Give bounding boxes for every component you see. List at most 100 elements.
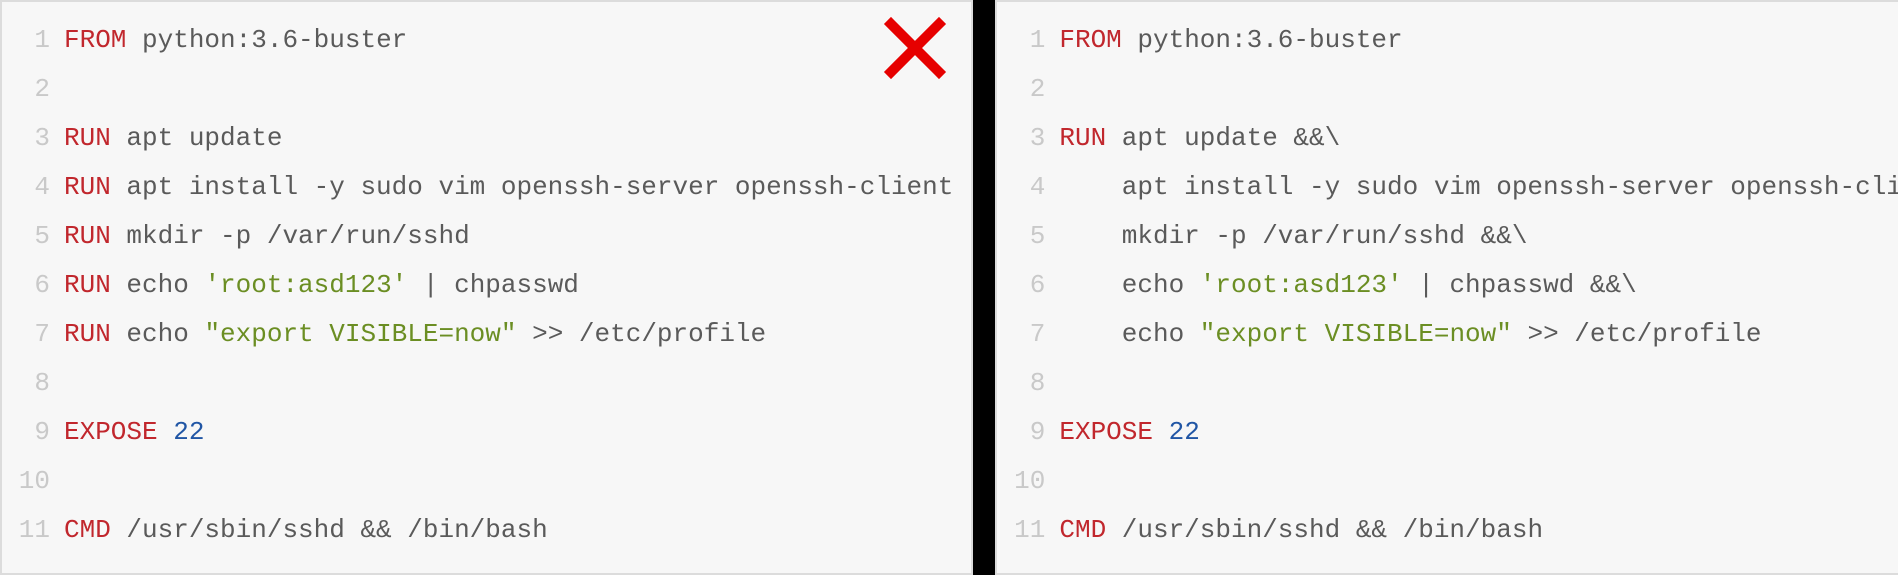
code-line: 2	[997, 65, 1898, 114]
code-token: echo	[111, 270, 205, 300]
line-number: 9	[997, 408, 1045, 457]
line-number: 10	[2, 457, 50, 506]
line-number: 6	[997, 261, 1045, 310]
code-line: 9 EXPOSE 22	[997, 408, 1898, 457]
code-token: apt install -y sudo vim openssh-server o…	[1059, 172, 1898, 202]
code-line: 3 RUN apt update	[2, 114, 953, 163]
line-number: 4	[2, 163, 50, 212]
code-token: echo	[1059, 319, 1199, 349]
line-number: 11	[997, 506, 1045, 555]
line-number: 1	[2, 16, 50, 65]
panel-divider	[973, 0, 995, 575]
code-token: >> /etc/profile	[517, 319, 767, 349]
code-panel-good: 1 FROM python:3.6-buster 23 RUN apt update …	[995, 0, 1898, 575]
line-number: 4	[997, 163, 1045, 212]
code-token: "export VISIBLE=now"	[1200, 319, 1512, 349]
code-token: apt update &&\	[1106, 123, 1340, 153]
code-line: 4 RUN apt install -y sudo vim openssh-ser…	[2, 163, 953, 212]
code-token: RUN	[1059, 123, 1106, 153]
code-content: RUN apt update	[64, 114, 282, 163]
code-token: 22	[173, 417, 204, 447]
code-content: EXPOSE 22	[64, 408, 204, 457]
code-content: RUN apt update &&\	[1059, 114, 1340, 163]
code-line: 5 RUN mkdir -p /var/run/sshd	[2, 212, 953, 261]
line-number: 3	[997, 114, 1045, 163]
code-content: RUN echo 'root:asd123' | chpasswd	[64, 261, 579, 310]
code-token: RUN	[64, 172, 111, 202]
code-token: 'root:asd123'	[204, 270, 407, 300]
code-token: apt update	[111, 123, 283, 153]
code-token: apt install -y sudo vim openssh-server o…	[111, 172, 954, 202]
code-content: echo "export VISIBLE=now" >> /etc/profil…	[1059, 310, 1761, 359]
code-content: RUN mkdir -p /var/run/sshd	[64, 212, 470, 261]
code-token: FROM	[64, 25, 126, 55]
code-token: EXPOSE	[1059, 417, 1153, 447]
code-token: echo	[1059, 270, 1199, 300]
code-token: EXPOSE	[64, 417, 158, 447]
code-token: RUN	[64, 123, 111, 153]
code-line: 11 CMD /usr/sbin/sshd && /bin/bash	[997, 506, 1898, 555]
line-number: 2	[997, 65, 1045, 114]
code-content: RUN apt install -y sudo vim openssh-serv…	[64, 163, 953, 212]
code-line: 10	[997, 457, 1898, 506]
code-content: CMD /usr/sbin/sshd && /bin/bash	[64, 506, 548, 555]
code-content: CMD /usr/sbin/sshd && /bin/bash	[1059, 506, 1543, 555]
line-number: 1	[997, 16, 1045, 65]
code-token: /usr/sbin/sshd && /bin/bash	[1106, 515, 1543, 545]
code-token: FROM	[1059, 25, 1121, 55]
code-token	[1153, 417, 1169, 447]
code-token: CMD	[64, 515, 111, 545]
code-line: 10	[2, 457, 953, 506]
code-content: FROM python:3.6-buster	[64, 16, 407, 65]
line-number: 7	[2, 310, 50, 359]
line-number: 3	[2, 114, 50, 163]
code-token: python:3.6-buster	[126, 25, 407, 55]
line-number: 9	[2, 408, 50, 457]
code-line: 5 mkdir -p /var/run/sshd &&\	[997, 212, 1898, 261]
code-token: mkdir -p /var/run/sshd	[111, 221, 470, 251]
code-content: EXPOSE 22	[1059, 408, 1199, 457]
code-token: echo	[111, 319, 205, 349]
code-line: 11 CMD /usr/sbin/sshd && /bin/bash	[2, 506, 953, 555]
code-panel-bad: 1FROM python:3.6-buster23RUN apt update4…	[0, 0, 973, 575]
code-line: 6 RUN echo 'root:asd123' | chpasswd	[2, 261, 953, 310]
code-content: RUN echo "export VISIBLE=now" >> /etc/pr…	[64, 310, 766, 359]
code-line: 7 echo "export VISIBLE=now" >> /etc/prof…	[997, 310, 1898, 359]
code-token: | chpasswd &&\	[1403, 270, 1637, 300]
code-token: mkdir -p /var/run/sshd &&\	[1059, 221, 1527, 251]
line-number: 8	[2, 359, 50, 408]
code-token	[158, 417, 174, 447]
code-line: 4 apt install -y sudo vim openssh-server…	[997, 163, 1898, 212]
code-line: 2	[2, 65, 953, 114]
line-number: 7	[997, 310, 1045, 359]
line-number: 10	[997, 457, 1045, 506]
code-content: mkdir -p /var/run/sshd &&\	[1059, 212, 1527, 261]
code-content: FROM python:3.6-buster	[1059, 16, 1402, 65]
line-number: 2	[2, 65, 50, 114]
line-number: 11	[2, 506, 50, 555]
code-token: RUN	[64, 319, 111, 349]
code-content: echo 'root:asd123' | chpasswd &&\	[1059, 261, 1636, 310]
code-line: 7 RUN echo "export VISIBLE=now" >> /etc/p…	[2, 310, 953, 359]
code-token: 'root:asd123'	[1200, 270, 1403, 300]
line-number: 5	[2, 212, 50, 261]
comparison-container: 1FROM python:3.6-buster23RUN apt update4…	[0, 0, 1898, 575]
line-number: 8	[997, 359, 1045, 408]
code-token: "export VISIBLE=now"	[204, 319, 516, 349]
code-token: CMD	[1059, 515, 1106, 545]
code-content: apt install -y sudo vim openssh-server o…	[1059, 163, 1898, 212]
code-line: 9 EXPOSE 22	[2, 408, 953, 457]
code-token: 22	[1169, 417, 1200, 447]
code-token: >> /etc/profile	[1512, 319, 1762, 349]
code-line: 1 FROM python:3.6-buster	[2, 16, 953, 65]
code-line: 8	[2, 359, 953, 408]
code-line: 6 echo 'root:asd123' | chpasswd &&\	[997, 261, 1898, 310]
line-number: 5	[997, 212, 1045, 261]
code-token: RUN	[64, 270, 111, 300]
code-line: 1 FROM python:3.6-buster	[997, 16, 1898, 65]
code-line: 3 RUN apt update &&\	[997, 114, 1898, 163]
code-token: /usr/sbin/sshd && /bin/bash	[111, 515, 548, 545]
code-token: python:3.6-buster	[1122, 25, 1403, 55]
code-token: RUN	[64, 221, 111, 251]
line-number: 6	[2, 261, 50, 310]
